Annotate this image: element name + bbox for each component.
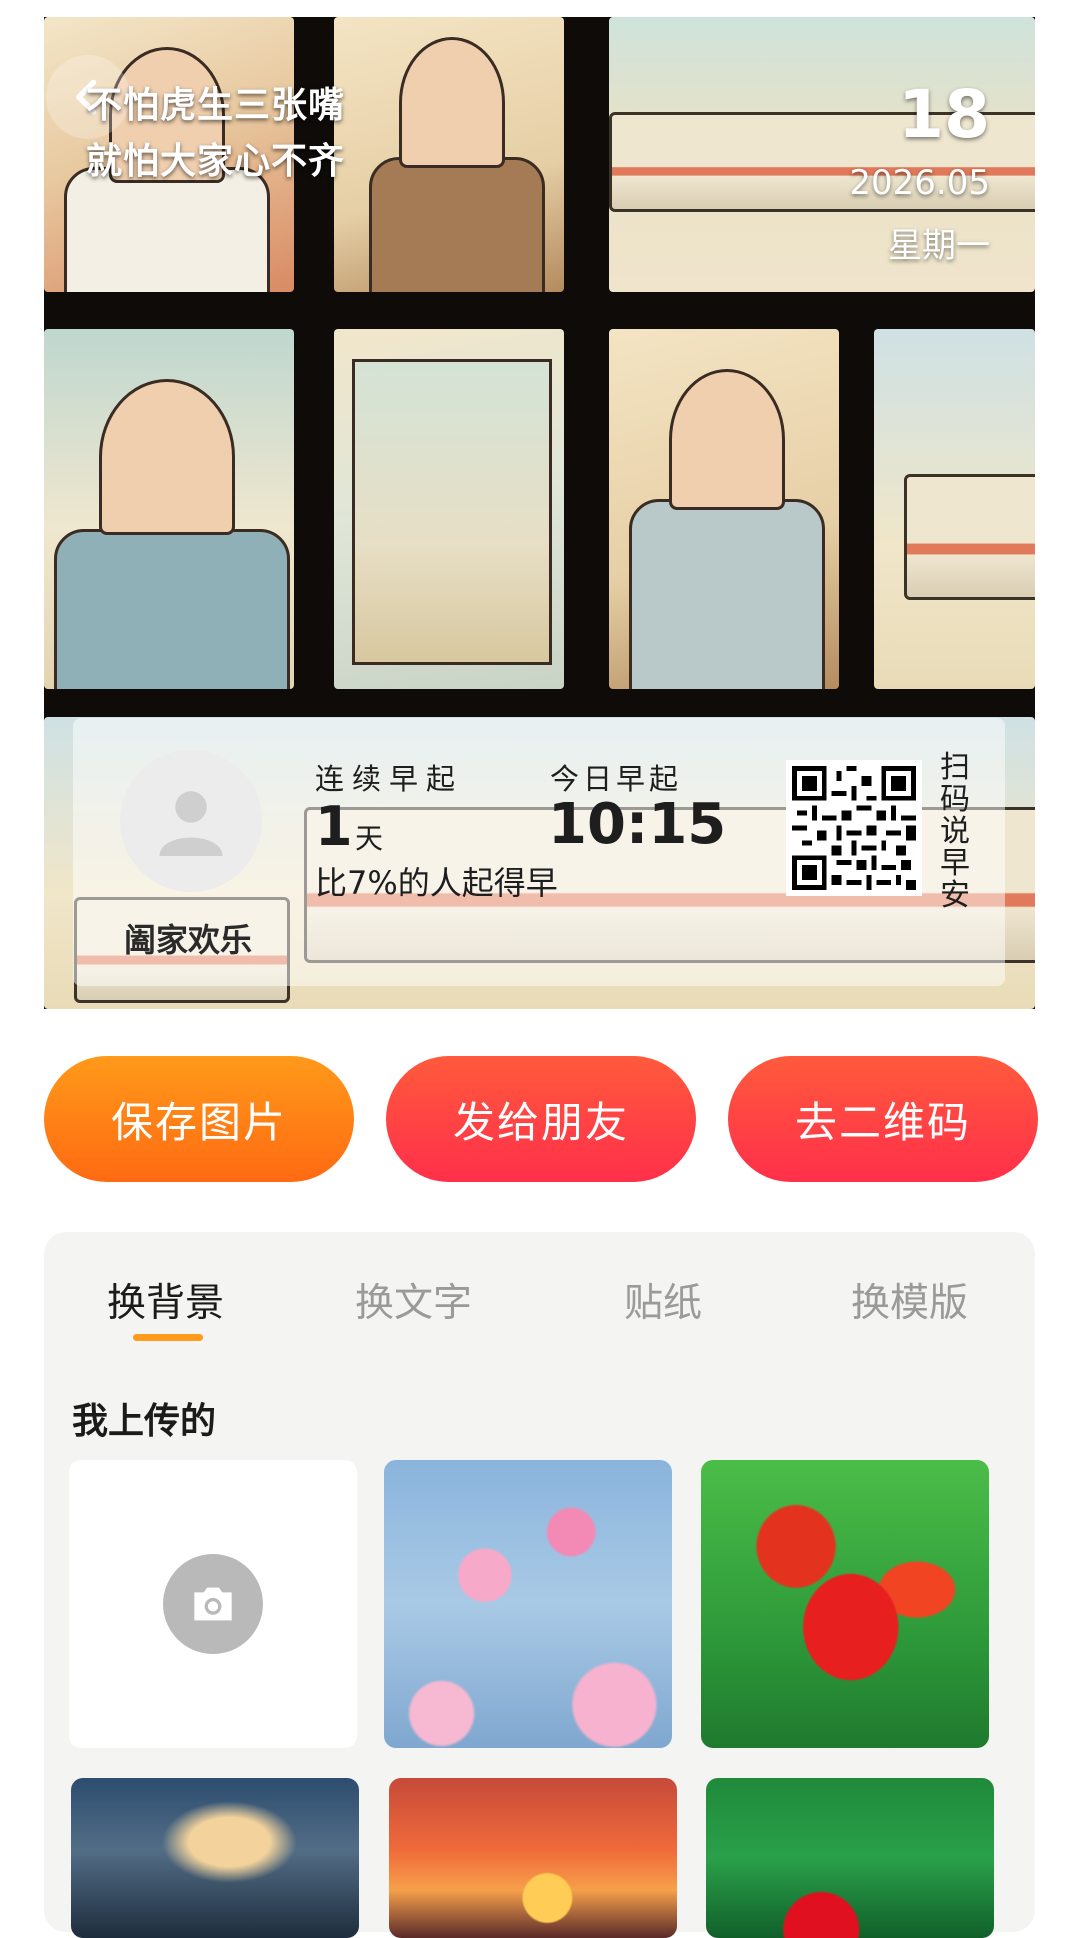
tab-change-template[interactable]: 换模版 [851, 1272, 968, 1328]
date-day: 18 [898, 76, 990, 153]
tab-change-background[interactable]: 换背景 [107, 1272, 224, 1328]
camera-icon [194, 1587, 232, 1621]
active-tab-indicator [133, 1334, 203, 1341]
section-title: 我上传的 [72, 1401, 217, 1442]
comic-panel [334, 329, 564, 689]
streak-value: 1 [315, 795, 353, 858]
tab-stickers[interactable]: 贴纸 [624, 1272, 702, 1328]
avatar [120, 750, 262, 892]
comic-panel [44, 329, 294, 689]
streak-unit: 天 [355, 822, 384, 855]
quote-line-2: 就怕大家心不齐 [86, 141, 346, 182]
qr-caption: 扫码说早安 [940, 750, 970, 913]
qr-code-image [792, 766, 916, 890]
qr-code-button[interactable]: 去二维码 [728, 1056, 1038, 1182]
poster-quote: 不怕虎生三张嘴 就怕大家心不齐 [86, 78, 345, 190]
date-weekday: 星期一 [888, 226, 990, 266]
comic-panel [334, 17, 564, 292]
person-icon [159, 791, 223, 856]
streak-label: 连续早起 [315, 762, 464, 796]
tab-change-text[interactable]: 换文字 [355, 1272, 472, 1328]
save-image-button[interactable]: 保存图片 [44, 1056, 354, 1182]
background-thumbnail[interactable] [389, 1778, 677, 1938]
qr-code [786, 760, 922, 896]
wake-time: 10:15 [548, 792, 727, 857]
background-thumbnail[interactable] [701, 1460, 989, 1748]
username: 阖家欢乐 [124, 921, 253, 959]
upload-image-button[interactable] [69, 1460, 357, 1748]
comic-panel [609, 329, 839, 689]
send-to-friend-button[interactable]: 发给朋友 [386, 1056, 696, 1182]
camera-icon-wrap [163, 1554, 263, 1654]
comic-panel [874, 329, 1035, 689]
date-year-month: 2026.05 [849, 163, 990, 203]
quote-line-1: 不怕虎生三张嘴 [86, 85, 346, 126]
early-percent: 比7%的人起得早 [315, 864, 558, 902]
background-thumbnail[interactable] [706, 1778, 994, 1938]
background-thumbnail[interactable] [71, 1778, 359, 1938]
background-thumbnail[interactable] [384, 1460, 672, 1748]
